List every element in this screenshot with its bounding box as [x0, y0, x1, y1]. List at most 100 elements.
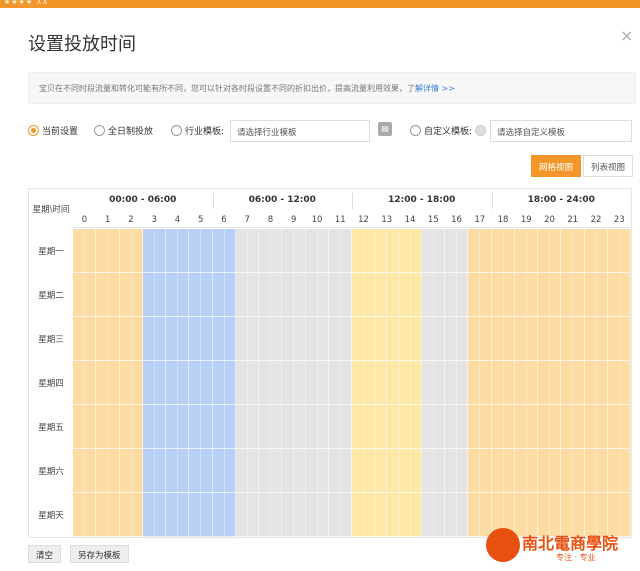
template-preview-icon[interactable]: ▤ [378, 122, 392, 136]
time-slot-cell[interactable] [259, 361, 283, 405]
time-slot-cell[interactable] [119, 493, 143, 537]
time-slot-cell[interactable] [398, 229, 422, 273]
custom-template-select[interactable]: 请选择自定义模板 [490, 120, 632, 142]
time-slot-cell[interactable] [538, 229, 562, 273]
time-slot-cell[interactable] [514, 229, 538, 273]
option-all-day[interactable]: 全日制投放 [94, 124, 153, 137]
time-slot-cell[interactable] [328, 449, 352, 493]
time-slot-cell[interactable] [375, 493, 399, 537]
time-slot-cell[interactable] [584, 405, 608, 449]
time-slot-cell[interactable] [352, 229, 376, 273]
radio-icon[interactable] [410, 125, 421, 136]
time-slot-cell[interactable] [398, 317, 422, 361]
time-slot-cell[interactable] [561, 361, 585, 405]
time-slot-cell[interactable] [328, 361, 352, 405]
time-slot-cell[interactable] [352, 493, 376, 537]
time-slot-cell[interactable] [259, 317, 283, 361]
time-slot-cell[interactable] [561, 317, 585, 361]
time-slot-cell[interactable] [212, 405, 236, 449]
time-slot-cell[interactable] [212, 361, 236, 405]
time-slot-cell[interactable] [189, 361, 213, 405]
time-slot-cell[interactable] [468, 317, 492, 361]
time-slot-cell[interactable] [491, 361, 515, 405]
time-slot-cell[interactable] [305, 361, 329, 405]
time-slot-cell[interactable] [73, 405, 97, 449]
time-slot-cell[interactable] [375, 273, 399, 317]
time-slot-cell[interactable] [305, 449, 329, 493]
time-slot-cell[interactable] [189, 405, 213, 449]
time-slot-cell[interactable] [212, 273, 236, 317]
time-slot-cell[interactable] [468, 361, 492, 405]
time-slot-cell[interactable] [235, 317, 259, 361]
time-slot-cell[interactable] [584, 229, 608, 273]
time-slot-cell[interactable] [607, 405, 631, 449]
time-slot-cell[interactable] [561, 229, 585, 273]
time-slot-cell[interactable] [142, 229, 166, 273]
option-current-setting[interactable]: 当前设置 [28, 124, 78, 137]
time-slot-cell[interactable] [398, 493, 422, 537]
time-slot-cell[interactable] [584, 273, 608, 317]
time-slot-cell[interactable] [282, 405, 306, 449]
list-view-button[interactable]: 列表视图 [583, 155, 634, 177]
time-slot-cell[interactable] [235, 229, 259, 273]
time-slot-cell[interactable] [189, 493, 213, 537]
clear-button[interactable]: 清空 [28, 545, 62, 563]
time-slot-cell[interactable] [73, 493, 97, 537]
time-slot-cell[interactable] [305, 317, 329, 361]
time-slot-cell[interactable] [73, 273, 97, 317]
time-slot-cell[interactable] [607, 361, 631, 405]
time-slot-cell[interactable] [166, 493, 190, 537]
time-slot-cell[interactable] [305, 273, 329, 317]
time-slot-cell[interactable] [538, 317, 562, 361]
time-slot-cell[interactable] [235, 493, 259, 537]
time-slot-cell[interactable] [491, 405, 515, 449]
time-slot-cell[interactable] [305, 229, 329, 273]
time-slot-cell[interactable] [166, 273, 190, 317]
time-slot-cell[interactable] [166, 449, 190, 493]
time-slot-cell[interactable] [166, 405, 190, 449]
time-slot-cell[interactable] [328, 493, 352, 537]
time-slot-cell[interactable] [212, 493, 236, 537]
radio-icon[interactable] [28, 125, 39, 136]
time-slot-cell[interactable] [352, 361, 376, 405]
time-slot-cell[interactable] [445, 493, 469, 537]
time-slot-cell[interactable] [96, 449, 120, 493]
time-slot-cell[interactable] [166, 229, 190, 273]
time-slot-cell[interactable] [166, 361, 190, 405]
time-slot-cell[interactable] [352, 405, 376, 449]
time-slot-cell[interactable] [445, 229, 469, 273]
time-slot-cell[interactable] [73, 361, 97, 405]
time-slot-cell[interactable] [328, 405, 352, 449]
time-slot-cell[interactable] [421, 229, 445, 273]
option-custom-template[interactable]: 自定义模板: [410, 124, 487, 137]
time-slot-cell[interactable] [212, 317, 236, 361]
time-slot-cell[interactable] [421, 493, 445, 537]
time-slot-cell[interactable] [514, 273, 538, 317]
time-slot-cell[interactable] [166, 317, 190, 361]
time-slot-cell[interactable] [445, 405, 469, 449]
time-slot-cell[interactable] [538, 361, 562, 405]
time-slot-cell[interactable] [73, 229, 97, 273]
time-slot-cell[interactable] [607, 229, 631, 273]
time-slot-cell[interactable] [584, 449, 608, 493]
time-slot-cell[interactable] [96, 273, 120, 317]
time-slot-cell[interactable] [282, 317, 306, 361]
time-slot-cell[interactable] [235, 405, 259, 449]
time-slot-cell[interactable] [119, 449, 143, 493]
time-slot-cell[interactable] [421, 405, 445, 449]
time-slot-cell[interactable] [445, 361, 469, 405]
time-slot-cell[interactable] [468, 449, 492, 493]
time-slot-cell[interactable] [514, 449, 538, 493]
close-icon[interactable]: × [620, 26, 633, 45]
time-slot-cell[interactable] [514, 317, 538, 361]
time-slot-cell[interactable] [119, 229, 143, 273]
time-slot-cell[interactable] [398, 361, 422, 405]
time-slot-cell[interactable] [491, 317, 515, 361]
time-slot-cell[interactable] [398, 273, 422, 317]
time-slot-cell[interactable] [468, 273, 492, 317]
time-slot-cell[interactable] [421, 317, 445, 361]
time-slot-cell[interactable] [259, 229, 283, 273]
time-slot-cell[interactable] [375, 361, 399, 405]
time-slot-cell[interactable] [235, 361, 259, 405]
time-slot-cell[interactable] [491, 449, 515, 493]
